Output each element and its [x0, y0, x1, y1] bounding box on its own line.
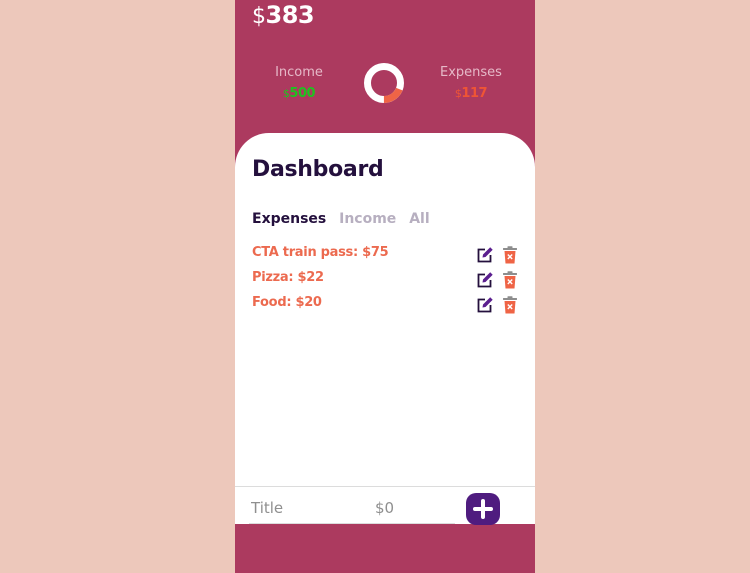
dashboard-card: Dashboard Expenses Income All CTA train …	[235, 133, 535, 486]
add-button[interactable]	[466, 493, 500, 525]
list-item: CTA train pass: $75	[252, 245, 520, 270]
tab-all[interactable]: All	[409, 211, 429, 227]
filter-tabs: Expenses Income All	[252, 211, 438, 227]
tab-income[interactable]: Income	[339, 211, 396, 227]
plus-icon	[473, 499, 493, 519]
edit-icon[interactable]	[476, 246, 494, 264]
expenses-value: $117	[421, 86, 521, 101]
list-item-text: Pizza: $22	[252, 270, 324, 285]
income-label: Income	[275, 65, 323, 80]
edit-icon[interactable]	[476, 296, 494, 314]
page-title: Dashboard	[252, 157, 384, 182]
expense-list: CTA train pass: $75 Pizza: $22 Food: $20	[252, 245, 520, 320]
app-screen: $383 Income $500 Expenses $117 Dashboard…	[235, 0, 535, 573]
list-item: Food: $20	[252, 295, 520, 320]
amount-input[interactable]	[375, 493, 435, 523]
trash-icon[interactable]	[502, 246, 518, 264]
balance-amount: 383	[265, 1, 315, 29]
expenses-label: Expenses	[440, 65, 502, 80]
list-item-text: CTA train pass: $75	[252, 245, 389, 260]
list-item: Pizza: $22	[252, 270, 520, 295]
expenses-summary: Expenses $117	[421, 65, 521, 101]
balance-display: $383	[252, 1, 315, 29]
balance-donut-chart	[364, 63, 404, 103]
input-underline	[249, 523, 455, 524]
edit-icon[interactable]	[476, 271, 494, 289]
add-transaction-form	[235, 486, 535, 525]
trash-icon[interactable]	[502, 271, 518, 289]
income-amount: 500	[289, 86, 316, 101]
income-summary: Income $500	[249, 65, 349, 101]
trash-icon[interactable]	[502, 296, 518, 314]
income-value: $500	[249, 86, 349, 101]
tab-expenses[interactable]: Expenses	[252, 211, 326, 227]
title-input[interactable]	[251, 493, 351, 523]
expenses-amount: 117	[461, 86, 488, 101]
balance-currency: $	[252, 4, 266, 29]
list-item-text: Food: $20	[252, 295, 322, 310]
